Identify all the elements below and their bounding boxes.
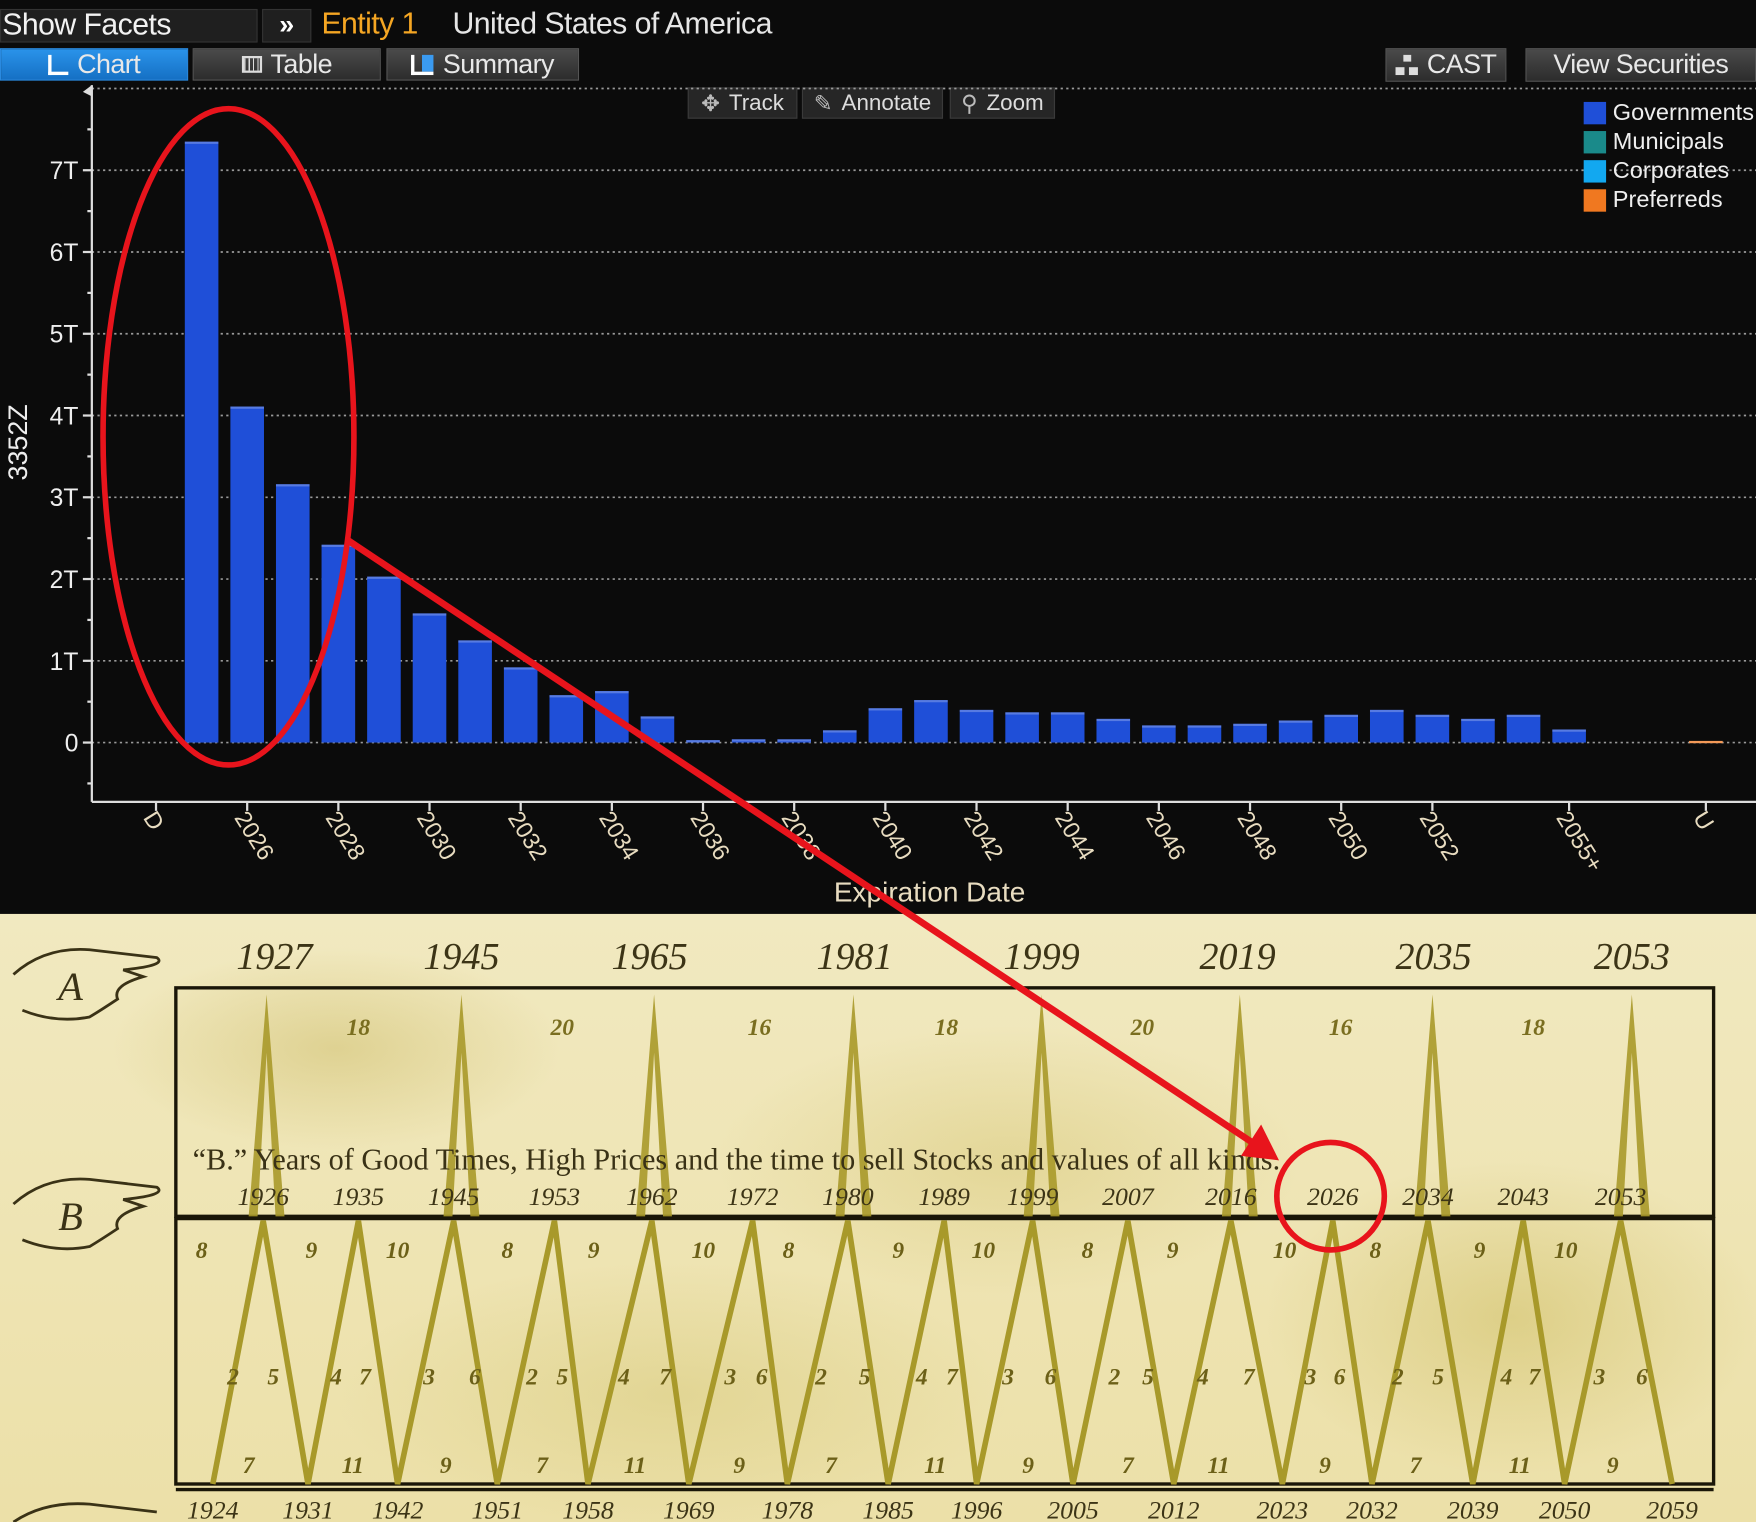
annotation-overlay	[100, 105, 1388, 1253]
screenshot: Show Facets » Entity 1 United States of …	[0, 0, 1756, 1522]
annotation-arrow	[345, 537, 1255, 1146]
highlight-ellipse	[100, 105, 357, 768]
highlight-circle-2026	[1274, 1139, 1388, 1253]
